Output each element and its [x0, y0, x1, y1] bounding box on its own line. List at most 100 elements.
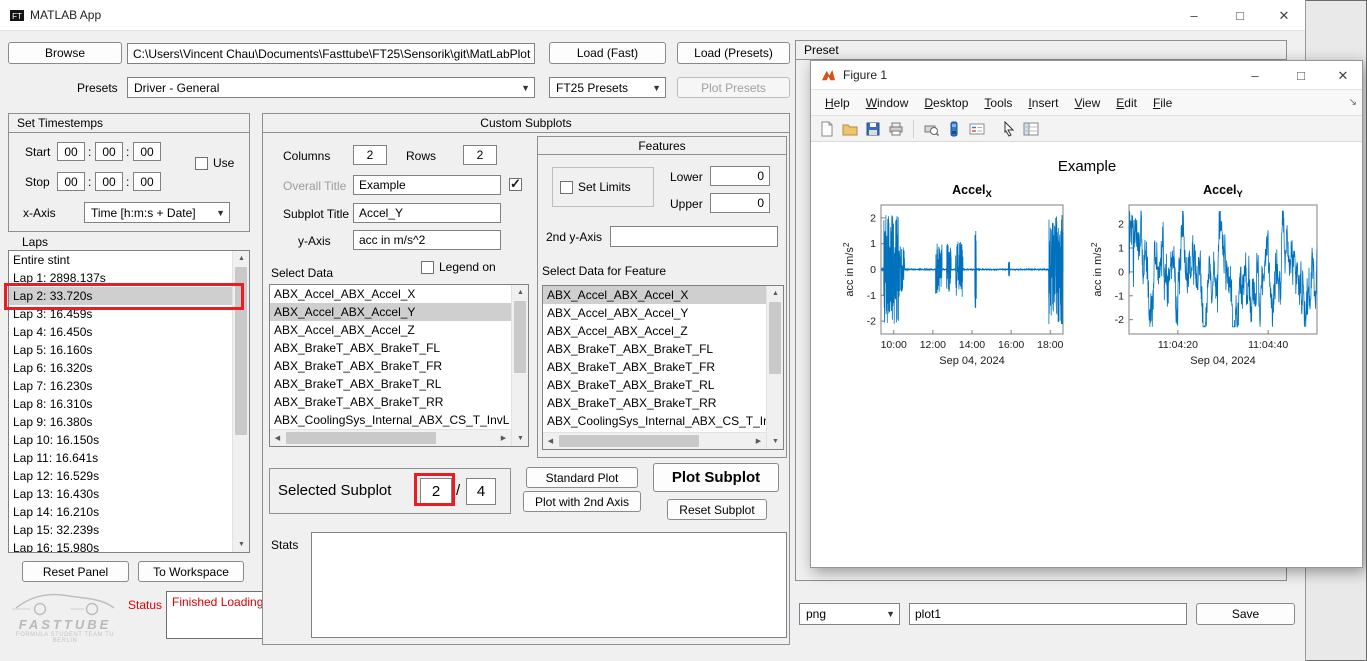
xaxis-dropdown[interactable]: Time [h:m:s + Date] ▼ — [84, 202, 230, 223]
stop-minute-field[interactable]: 00 — [95, 172, 123, 191]
figure-minimize-button[interactable]: – — [1239, 66, 1271, 85]
maximize-button[interactable]: □ — [1224, 6, 1256, 25]
overall-title-checkbox[interactable] — [509, 178, 522, 191]
dock-figure-icon[interactable]: ↘ — [1349, 97, 1357, 108]
start-hour-field[interactable]: 00 — [57, 142, 85, 161]
data-list-item[interactable]: ABX_CoolingSys_Internal_ABX_CS_T_InvL — [270, 411, 511, 429]
yaxis-field[interactable]: acc in m/s^2 — [353, 230, 501, 250]
lap-list-item[interactable]: Lap 9: 16.380s — [9, 413, 232, 431]
scroll-right-icon[interactable]: ▶ — [751, 433, 766, 450]
menu-window[interactable]: Window — [858, 96, 917, 110]
data-list-item[interactable]: ABX_Accel_ABX_Accel_X — [270, 285, 511, 303]
to-workspace-button[interactable]: To Workspace — [138, 561, 244, 582]
set-limits-checkbox-row[interactable]: Set Limits — [560, 180, 631, 194]
presets-dropdown[interactable]: Driver - General ▼ — [127, 77, 535, 98]
print-icon[interactable] — [886, 119, 906, 139]
start-minute-field[interactable]: 00 — [95, 142, 123, 161]
lap-list-item[interactable]: Entire stint — [9, 251, 232, 269]
menu-file[interactable]: File — [1145, 96, 1180, 110]
save-figure-icon[interactable] — [863, 119, 883, 139]
menu-desktop[interactable]: Desktop — [916, 96, 976, 110]
minimize-button[interactable]: – — [1178, 6, 1210, 25]
rows-field[interactable]: 2 — [463, 145, 497, 165]
subplot-total-field[interactable]: 4 — [466, 478, 496, 505]
reset-panel-button[interactable]: Reset Panel — [22, 561, 129, 582]
second-yaxis-field[interactable] — [610, 226, 778, 247]
overall-title-field[interactable]: Example — [353, 175, 501, 195]
feature-list-item[interactable]: ABX_Accel_ABX_Accel_X — [543, 286, 766, 304]
lower-field[interactable]: 0 — [710, 166, 770, 186]
lap-list-item[interactable]: Lap 16: 15.980s — [9, 539, 232, 553]
use-checkbox-row[interactable]: Use — [195, 156, 234, 170]
scroll-up-icon[interactable]: ▲ — [767, 286, 784, 301]
subplot-title-field[interactable]: Accel_Y — [353, 203, 501, 223]
scroll-up-icon[interactable]: ▲ — [512, 285, 529, 300]
scroll-right-icon[interactable]: ▶ — [496, 430, 511, 447]
lap-list-item[interactable]: Lap 6: 16.320s — [9, 359, 232, 377]
data-list-item[interactable]: ABX_BrakeT_ABX_BrakeT_RL — [270, 375, 511, 393]
start-second-field[interactable]: 00 — [133, 142, 161, 161]
scrollbar-thumb[interactable] — [286, 432, 436, 444]
stop-hour-field[interactable]: 00 — [57, 172, 85, 191]
menu-edit[interactable]: Edit — [1108, 96, 1145, 110]
set-limits-checkbox[interactable] — [560, 181, 573, 194]
data-list-item[interactable]: ABX_BrakeT_ABX_BrakeT_FR — [270, 357, 511, 375]
lap-list-item[interactable]: Lap 14: 16.210s — [9, 503, 232, 521]
load-fast-button[interactable]: Load (Fast) — [549, 42, 666, 64]
menu-insert[interactable]: Insert — [1020, 96, 1066, 110]
legend-checkbox-row[interactable]: Legend on — [421, 260, 496, 274]
figure-close-button[interactable]: ✕ — [1327, 66, 1359, 85]
legend-checkbox[interactable] — [421, 261, 434, 274]
export-format-dropdown[interactable]: png ▼ — [799, 603, 900, 625]
plot-subplot-button[interactable]: Plot Subplot — [653, 463, 779, 492]
insert-colorbar-icon[interactable] — [944, 119, 964, 139]
scroll-up-icon[interactable]: ▲ — [233, 251, 250, 266]
standard-plot-button[interactable]: Standard Plot — [526, 467, 638, 488]
columns-field[interactable]: 2 — [353, 145, 387, 165]
feature-list-item[interactable]: ABX_BrakeT_ABX_BrakeT_FL — [543, 340, 766, 358]
scrollbar-thumb[interactable] — [769, 302, 781, 374]
select-data-listbox[interactable]: ABX_Accel_ABX_Accel_XABX_Accel_ABX_Accel… — [269, 284, 529, 447]
edit-plot-cursor-icon[interactable] — [998, 119, 1018, 139]
feature-list-item[interactable]: ABX_CoolingSys_Internal_ABX_CS_T_InvL — [543, 412, 766, 430]
lap-list-item[interactable]: Lap 15: 32.239s — [9, 521, 232, 539]
lap-list-item[interactable]: Lap 13: 16.430s — [9, 485, 232, 503]
load-presets-button[interactable]: Load (Presets) — [677, 42, 790, 64]
data-list-item[interactable]: ABX_BrakeT_ABX_BrakeT_FL — [270, 339, 511, 357]
reset-subplot-button[interactable]: Reset Subplot — [667, 499, 767, 520]
use-checkbox[interactable] — [195, 157, 208, 170]
scroll-left-icon[interactable]: ◀ — [270, 430, 285, 447]
menu-help[interactable]: Help — [817, 96, 858, 110]
select-data-scrollbar-vertical[interactable]: ▲ ▼ — [511, 285, 528, 446]
lap-list-item[interactable]: Lap 12: 16.529s — [9, 467, 232, 485]
close-button[interactable]: ✕ — [1268, 6, 1300, 25]
lap-list-item[interactable]: Lap 8: 16.310s — [9, 395, 232, 413]
scroll-down-icon[interactable]: ▼ — [512, 431, 529, 446]
menu-view[interactable]: View — [1066, 96, 1108, 110]
plot-with-2nd-axis-button[interactable]: Plot with 2nd Axis — [523, 491, 641, 512]
feature-list-item[interactable]: ABX_Accel_ABX_Accel_Y — [543, 304, 766, 322]
lap-list-item[interactable]: Lap 4: 16.450s — [9, 323, 232, 341]
data-list-item[interactable]: ABX_Accel_ABX_Accel_Z — [270, 321, 511, 339]
menu-tools[interactable]: Tools — [976, 96, 1020, 110]
feature-list-item[interactable]: ABX_BrakeT_ABX_BrakeT_RR — [543, 394, 766, 412]
overall-title-checkbox-row[interactable] — [509, 178, 522, 191]
open-file-icon[interactable] — [840, 119, 860, 139]
path-field[interactable]: C:\Users\Vincent Chau\Documents\Fasttube… — [127, 43, 535, 64]
figure-maximize-button[interactable]: □ — [1285, 66, 1317, 85]
feature-scrollbar-vertical[interactable]: ▲ ▼ — [766, 286, 783, 449]
data-list-item[interactable]: ABX_BrakeT_ABX_BrakeT_RR — [270, 393, 511, 411]
feature-list-item[interactable]: ABX_Accel_ABX_Accel_Z — [543, 322, 766, 340]
feature-scrollbar-horizontal[interactable]: ◀ ▶ — [543, 432, 766, 449]
select-data-scrollbar-horizontal[interactable]: ◀ ▶ — [270, 429, 511, 446]
lap-list-item[interactable]: Lap 7: 16.230s — [9, 377, 232, 395]
data-list-item[interactable]: ABX_Accel_ABX_Accel_Y — [270, 303, 511, 321]
lap-list-item[interactable]: Lap 5: 16.160s — [9, 341, 232, 359]
feature-list-item[interactable]: ABX_BrakeT_ABX_BrakeT_FR — [543, 358, 766, 376]
lap-list-item[interactable]: Lap 11: 16.641s — [9, 449, 232, 467]
upper-field[interactable]: 0 — [710, 193, 770, 213]
export-filename-field[interactable]: plot1 — [909, 603, 1187, 625]
browse-button[interactable]: Browse — [8, 42, 122, 64]
insert-legend-icon[interactable] — [967, 119, 987, 139]
lap-list-item[interactable]: Lap 10: 16.150s — [9, 431, 232, 449]
